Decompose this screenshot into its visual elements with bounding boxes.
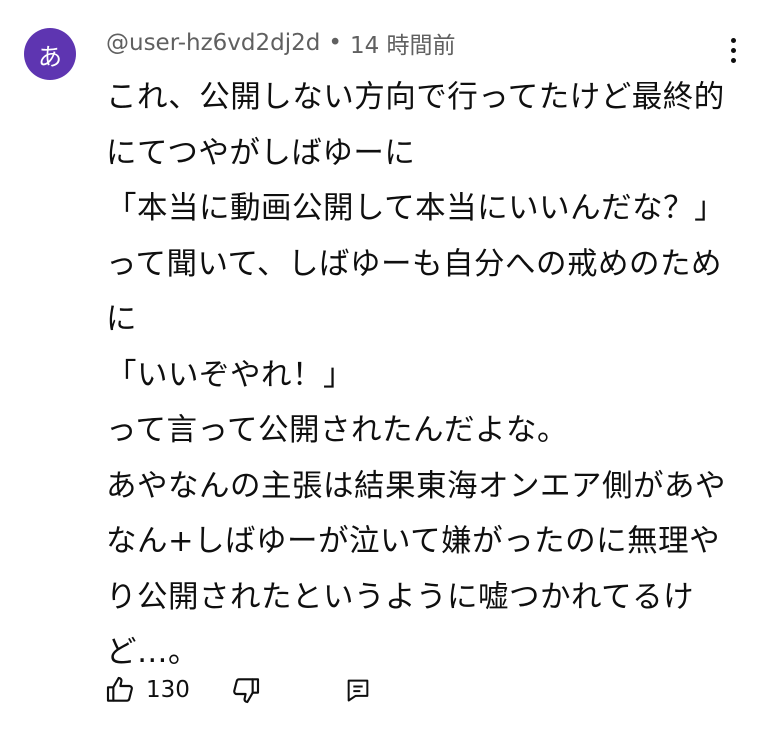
like-button[interactable]: 130 xyxy=(104,674,190,706)
like-count: 130 xyxy=(146,677,190,703)
author-name[interactable]: @user-hz6vd2dj2d xyxy=(106,30,320,56)
comment-line: なん+しばゆーが泣いて嫌がったのに無理や xyxy=(106,524,721,559)
comment-line: に xyxy=(106,302,137,337)
avatar-letter: あ xyxy=(38,42,62,71)
avatar[interactable]: あ xyxy=(24,28,76,80)
comment-timestamp[interactable]: 14 時間前 xyxy=(350,26,456,60)
comment-line: り公開されたというように嘘つかれてるけ xyxy=(106,579,695,615)
separator-dot: • xyxy=(328,30,342,56)
comment-header: @user-hz6vd2dj2d • 14 時間前 xyxy=(106,26,456,60)
thumb-up-icon xyxy=(104,674,136,706)
comment-line: 「本当に動画公開して本当にいいんだな？」 xyxy=(106,191,726,226)
comment-line: にてつやがしばゆーに xyxy=(106,135,416,171)
comment-line: あやなんの主張は結果東海オンエア側があや xyxy=(106,468,726,504)
more-vertical-icon[interactable] xyxy=(730,38,736,63)
comment-line: 「いいぞやれ！」 xyxy=(106,357,354,393)
comment-reply-icon xyxy=(344,676,372,704)
thumb-down-icon xyxy=(230,674,262,706)
comment-actions: 130 xyxy=(104,670,372,710)
dislike-button[interactable] xyxy=(230,674,262,706)
reply-button[interactable] xyxy=(344,676,372,704)
comment-text: これ、公開しない方向で行ってたけど最終的 にてつやがしばゆーに 「本当に動画公開… xyxy=(106,70,746,681)
comment-line: これ、公開しない方向で行ってたけど最終的 xyxy=(106,80,725,115)
comment-line: って聞いて、しばゆーも自分への戒めのため xyxy=(106,246,723,282)
comment-line: って言って公開されたんだよな。 xyxy=(106,413,568,448)
